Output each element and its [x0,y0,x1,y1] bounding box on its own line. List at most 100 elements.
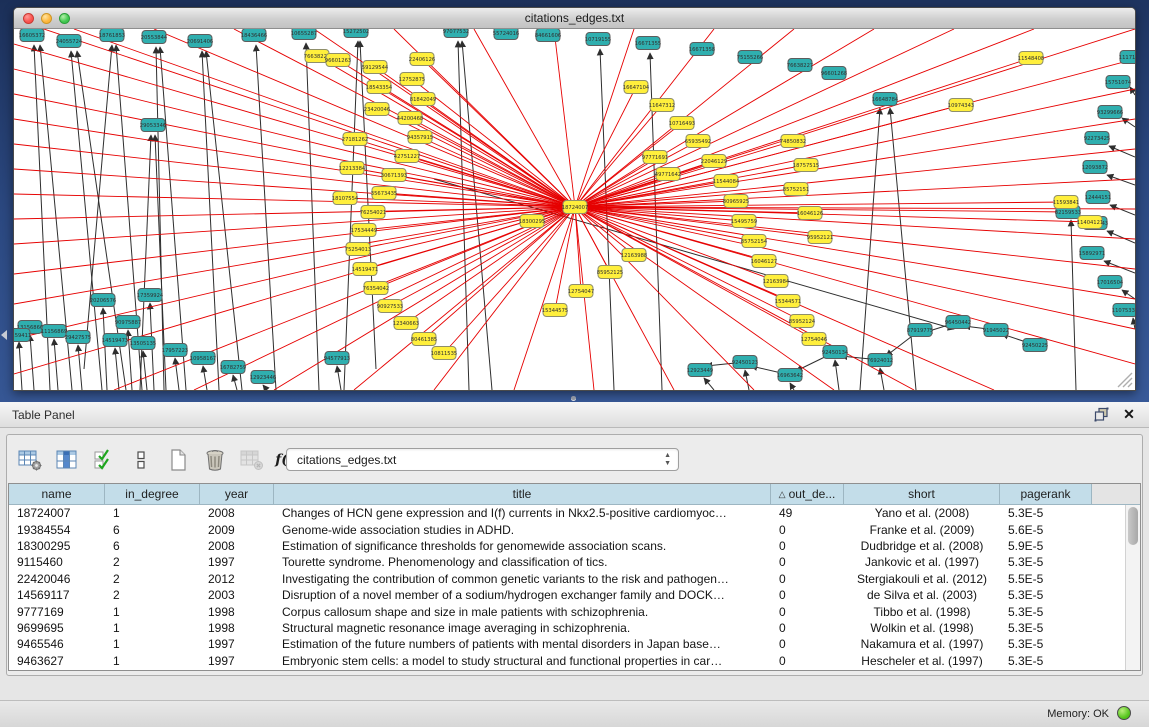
table-row[interactable]: 946554611997Estimation of the future num… [9,636,1125,652]
graph-node[interactable]: 17359924 [137,289,164,302]
graph-node[interactable]: 92450225 [1022,339,1048,352]
graph-node[interactable]: 10655287 [291,29,317,40]
graph-node[interactable]: 18543354 [366,81,393,94]
table-row[interactable]: 1456911722003Disruption of a novel membe… [9,587,1125,603]
graph-node[interactable]: 16605372 [19,29,45,42]
graph-node[interactable]: 12340663 [393,317,419,330]
network-canvas[interactable]: 1660537224055724187618532055384420691406… [14,29,1135,390]
graph-node[interactable]: 90975887 [115,316,141,329]
graph-node[interactable]: 16046127 [751,255,777,268]
graph-node[interactable]: 55724016 [493,29,519,40]
graph-node[interactable]: 14519471 [352,263,378,276]
graph-node[interactable]: 12163984 [763,275,790,288]
graph-node[interactable]: 18300295 [519,215,545,228]
graph-node[interactable]: 29053346 [140,119,166,132]
row-height-icon[interactable] [128,447,154,473]
graph-node[interactable]: 18107554 [332,192,359,205]
column-header-name[interactable]: name [9,484,105,504]
graph-node[interactable]: 11548408 [1018,52,1044,65]
graph-node[interactable]: 15344575 [542,304,568,317]
select-columns-icon[interactable] [91,447,117,473]
graph-node[interactable]: 15892971 [1079,247,1105,260]
table-row[interactable]: 1830029562008Estimation of significance … [9,538,1125,554]
graph-node[interactable]: 80461385 [411,333,437,346]
table-row[interactable]: 946362711997Embryonic stem cells: a mode… [9,653,1125,669]
graph-node[interactable]: 87919775 [907,324,933,337]
graph-node[interactable]: 17957223 [162,344,188,357]
close-panel-icon[interactable]: ✕ [1121,406,1137,422]
panel-collapse-arrow-icon[interactable] [1,330,7,340]
graph-node[interactable]: 11647312 [649,99,675,112]
delete-rows-trash-icon[interactable] [202,447,228,473]
graph-node[interactable]: 81842049 [410,93,436,106]
scrollbar-thumb[interactable] [1128,507,1138,545]
table-row[interactable]: 1938455462009Genome-wide association stu… [9,521,1125,537]
graph-node[interactable]: 29427575 [65,331,91,344]
graph-node[interactable]: 24055724 [56,35,83,48]
graph-node[interactable]: 75155266 [737,51,763,64]
graph-node[interactable]: 42751227 [394,150,420,163]
column-visibility-icon[interactable] [54,447,80,473]
column-header-short[interactable]: short [844,484,1000,504]
graph-node[interactable]: 97771691 [642,151,668,164]
graph-node[interactable]: 15751074 [1105,76,1132,89]
new-file-icon[interactable] [165,447,191,473]
graph-node[interactable]: 12213384 [339,162,366,175]
graph-node[interactable]: 96450442 [945,316,971,329]
graph-node[interactable]: 10719155 [585,33,611,46]
column-header-year[interactable]: year [200,484,274,504]
column-header-in_degree[interactable]: in_degree [105,484,200,504]
graph-node[interactable]: 85952125 [597,266,623,279]
graph-node[interactable]: 94577913 [324,352,350,365]
graph-node[interactable]: 59129544 [362,61,389,74]
graph-node[interactable]: 14519473 [102,334,128,347]
graph-node[interactable]: 16647104 [623,81,650,94]
table-row[interactable]: 2242004622012Investigating the contribut… [9,571,1125,587]
graph-node[interactable]: 22046129 [701,155,727,168]
graph-node[interactable]: 15344571 [775,295,801,308]
graph-node[interactable]: 20553844 [141,31,168,44]
graph-node[interactable]: 11593841 [1053,196,1079,209]
table-row[interactable]: 911546021997Tourette syndrome. Phenomeno… [9,554,1125,570]
table-row[interactable]: 1872400712008Changes of HCN gene express… [9,505,1125,521]
graph-node[interactable]: 18757515 [793,159,819,172]
graph-node[interactable]: 74850832 [780,135,806,148]
graph-node[interactable]: 12163988 [621,249,647,262]
column-header-title[interactable]: title [274,484,771,504]
graph-node[interactable]: 27181262 [342,133,368,146]
graph-node[interactable]: 16046126 [797,207,823,220]
network-window-titlebar[interactable]: citations_edges.txt [14,8,1135,29]
graph-node[interactable]: 17016504 [1097,276,1124,289]
graph-node[interactable]: 39159411 [14,329,31,342]
graph-node[interactable]: 49771642 [655,168,681,181]
graph-node[interactable]: 10811535 [431,347,457,360]
graph-node[interactable]: 12093872 [1082,161,1108,174]
graph-node[interactable]: 85752151 [783,183,809,196]
graph-node[interactable]: 12754046 [801,333,827,346]
graph-node[interactable]: 85952124 [789,315,816,328]
graph-node[interactable]: 10958167 [190,352,216,365]
table-settings-icon[interactable] [17,447,43,473]
graph-node[interactable]: 76924012 [867,354,893,367]
graph-node[interactable]: 13505135 [130,337,156,350]
split-divider-handle[interactable] [571,396,576,400]
graph-node[interactable]: 11156869 [41,325,67,338]
graph-node[interactable]: 93299666 [1097,106,1123,119]
graph-node[interactable]: 10974343 [948,99,974,112]
graph-node[interactable]: 92450134 [822,346,849,359]
graph-node[interactable]: 18436466 [241,29,267,42]
table-row[interactable]: 977716911998Corpus callosum shape and si… [9,603,1125,619]
graph-node[interactable]: 23420046 [364,103,390,116]
graph-node[interactable]: 12923446 [250,371,276,384]
graph-node[interactable]: 65935492 [685,135,711,148]
graph-node[interactable]: 16648784 [872,93,899,106]
graph-node[interactable]: 18761853 [99,29,125,42]
graph-node[interactable]: 95952121 [807,231,833,244]
table-select-dropdown[interactable]: citations_edges.txt ▲▼ [286,448,679,471]
column-header-out_de[interactable]: △out_de... [771,484,844,504]
table-row[interactable]: 969969511998Structural magnetic resonanc… [9,620,1125,636]
graph-node[interactable]: 85752154 [741,235,768,248]
graph-node[interactable]: 11544084 [713,175,740,188]
graph-node[interactable]: 11075334 [1112,304,1135,317]
graph-node[interactable]: 80965925 [723,195,749,208]
